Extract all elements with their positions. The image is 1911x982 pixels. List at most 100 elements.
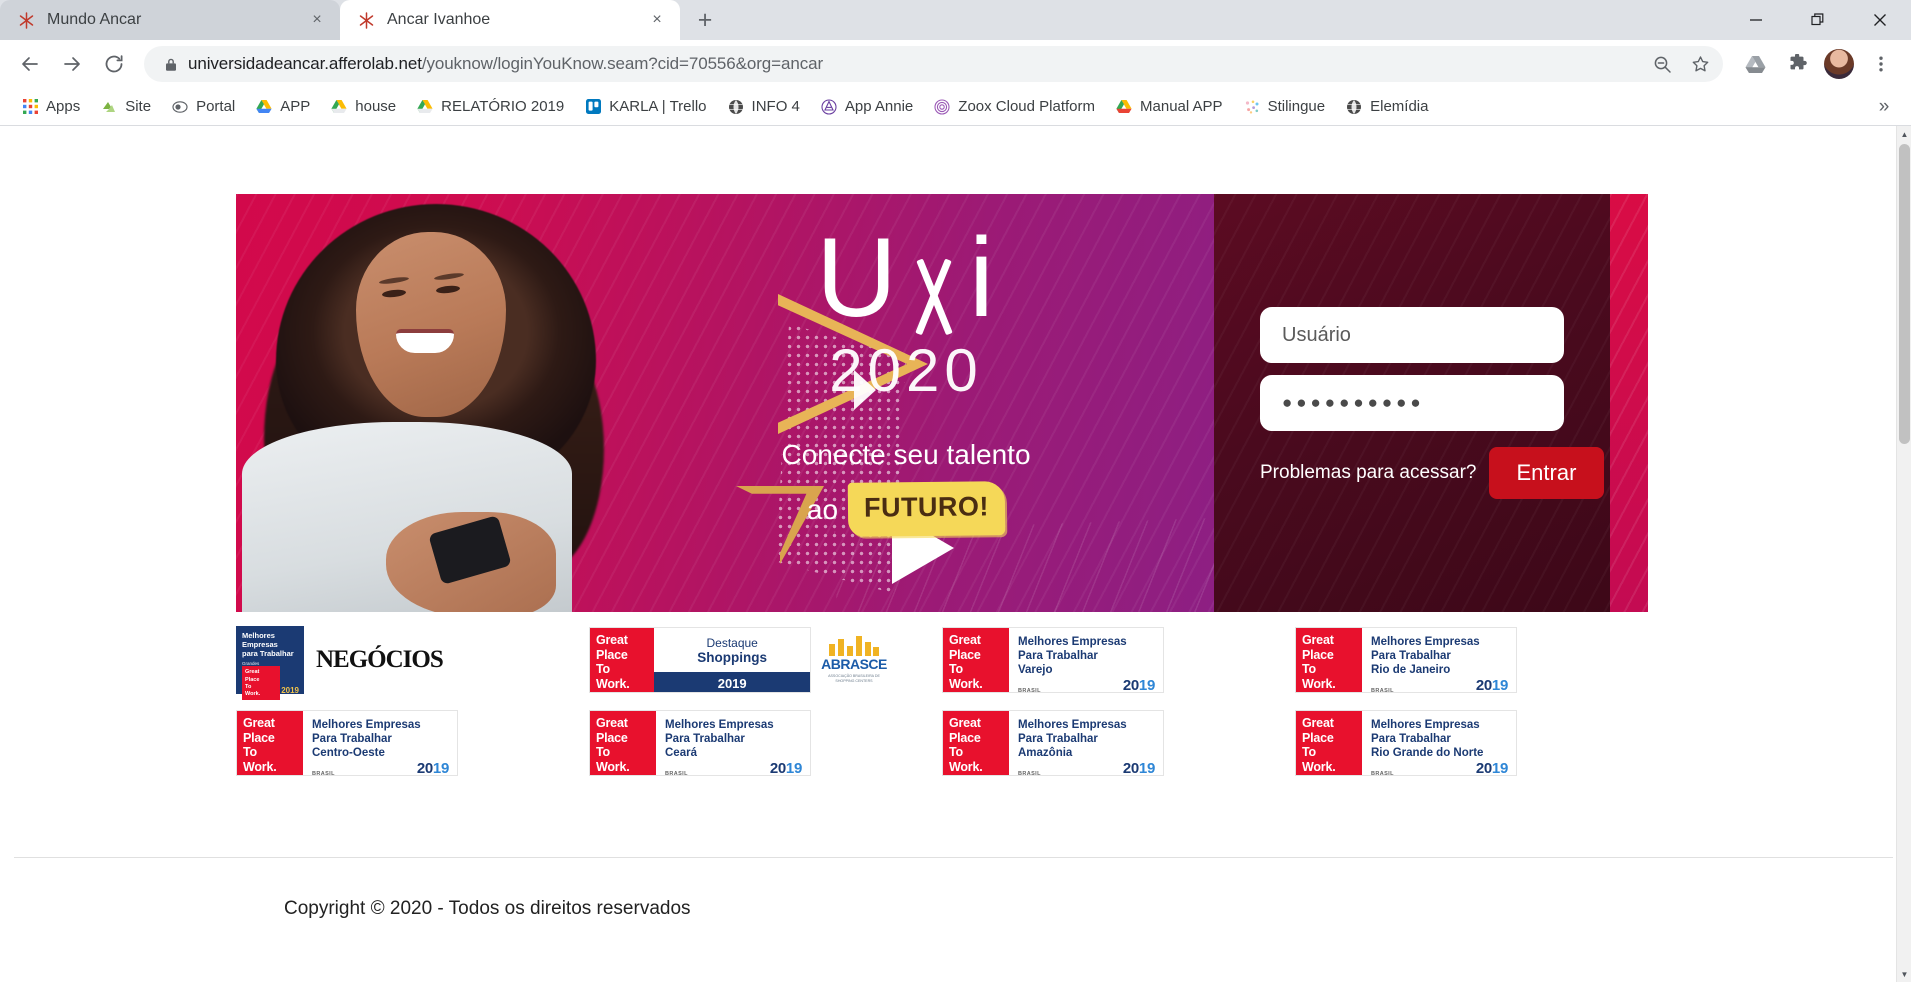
google-drive-icon[interactable] [1735,44,1775,84]
tab-strip: Mundo Ancar × Ancar Ivanhoe × + [0,0,1911,40]
gptw-line-1: Melhores Empresas [1018,719,1127,731]
gptw-country: BRASIL [1371,688,1394,693]
google-drive-icon [330,98,348,116]
gptw-line-1: Melhores Empresas [1371,636,1480,648]
address-bar[interactable]: universidadeancar.afferolab.net/youknow/… [144,46,1723,82]
chrome-menu-icon[interactable] [1861,44,1901,84]
bookmarks-bar: Apps Site Portal APP house RELATÓRIO 201… [0,88,1911,126]
bookmark-relatorio-2019[interactable]: RELATÓRIO 2019 [407,93,573,121]
gptw-text: Melhores Empresas Para Trabalhar Rio de … [1371,635,1508,677]
gptw-badge-varejo: Great Place To Work. Melhores Empresas P… [942,627,1164,693]
bookmark-label: RELATÓRIO 2019 [441,98,565,115]
page-scrollbar[interactable]: ▲ ▼ [1896,126,1911,982]
extensions-puzzle-icon[interactable] [1777,44,1817,84]
globe-icon [727,98,745,116]
bookmark-label: Manual APP [1140,98,1223,115]
bookmarks-overflow-button[interactable]: » [1869,92,1899,122]
uai-logo: U i [626,222,1186,334]
gptw-year: 2019 [769,760,802,776]
bookmark-label: KARLA | Trello [609,98,707,115]
gptw-footer: BRASIL 2019 [665,760,802,776]
tagline-highlight: FUTURO! [847,481,1006,538]
gptw-year: 2019 [1122,677,1155,693]
username-input[interactable]: Usuário [1260,307,1564,363]
stilingue-icon [1243,98,1261,116]
gptw-line-2: Para Trabalhar [1018,733,1098,746]
submit-login-button[interactable]: Entrar [1488,447,1605,499]
browser-window: Mundo Ancar × Ancar Ivanhoe × + universi… [0,0,1911,982]
gptw-line-2: Para Trabalhar [1371,650,1451,663]
gptw-badge-ceara: Great Place To Work. Melhores Empresas P… [589,710,811,776]
gptw-badge-centro-oeste: Great Place To Work. Melhores Empresas P… [236,710,458,776]
bookmark-manual-app[interactable]: Manual APP [1106,93,1232,121]
forgot-password-link[interactable]: Problemas para acessar? [1260,462,1477,484]
new-tab-button[interactable]: + [688,3,722,37]
bookmark-portal[interactable]: Portal [162,93,244,121]
gptw-logo: Great Place To Work. [590,711,656,775]
scroll-down-icon[interactable]: ▼ [1897,966,1911,982]
bookmark-stilingue[interactable]: Stilingue [1234,93,1335,121]
bookmark-apps[interactable]: Apps [12,93,89,121]
forward-button[interactable] [52,44,92,84]
browser-tab-mundo-ancar[interactable]: Mundo Ancar × [0,0,340,40]
gptw-badge-rio-grande-do-norte: Great Place To Work. Melhores Empresas P… [1295,710,1517,776]
award-badges-grid: Melhores Empresas para Trabalhar Grandes… [236,626,1648,776]
banner-photo-woman [236,194,656,612]
uai-letter-u: U [816,215,899,340]
gptw-body: Melhores Empresas Para Trabalhar Ceará B… [656,711,810,775]
maximize-restore-button[interactable] [1787,0,1849,40]
tagline-prefix: ao [806,493,839,525]
close-icon[interactable]: × [306,9,328,31]
avatar [1824,49,1854,79]
scroll-up-icon[interactable]: ▲ [1897,126,1911,142]
zoom-out-icon[interactable] [1645,47,1679,81]
back-button[interactable] [10,44,50,84]
banner-year: 2020 [829,337,983,404]
gptw-text: Melhores Empresas Para Trabalhar Ceará [665,718,802,760]
bookmark-karla-trello[interactable]: KARLA | Trello [575,93,715,121]
destaque-line-1: Destaque [706,635,758,650]
close-icon[interactable]: × [646,9,668,31]
portal-icon [171,98,189,116]
gptw-region: Ceará [665,747,697,760]
bookmark-app[interactable]: APP [246,93,319,121]
tab-title: Mundo Ancar [47,11,142,28]
gptw-country: BRASIL [665,771,688,776]
bookmark-label: Site [125,98,152,115]
melhores-empresas-badge: Melhores Empresas para Trabalhar Grandes… [236,626,304,700]
gptw-logo: Great Place To Work. [943,711,1009,775]
google-drive-icon [1115,98,1133,116]
reload-button[interactable] [94,44,134,84]
profile-avatar[interactable] [1819,44,1859,84]
scrollbar-thumb[interactable] [1899,144,1910,444]
password-input[interactable]: ●●●●●●●●●● [1260,375,1564,431]
banner-artwork: U i 2020 Conecte seu talento ao FUTURO! [236,194,1214,612]
gptw-footer: BRASIL 2019 [312,760,449,775]
destaque-shoppings-badge: Great Place To Work. Destaque Shoppings … [589,627,811,693]
bookmark-site[interactable]: Site [91,93,160,121]
zoox-icon [933,98,951,116]
negocios-logo: NEGÓCIOS [316,646,444,673]
award-badge: Great Place To Work. Melhores Empresas P… [942,626,1295,694]
uai-letter-i: i [969,215,996,340]
minimize-button[interactable] [1725,0,1787,40]
gptw-year: 2019 [1475,677,1508,693]
close-window-button[interactable] [1849,0,1911,40]
bookmark-app-annie[interactable]: App Annie [811,93,922,121]
bookmark-house[interactable]: house [321,93,405,121]
bookmark-label: Portal [196,98,236,115]
gptw-text: Melhores Empresas Para Trabalhar Varejo [1018,635,1155,677]
gptw-body: Melhores Empresas Para Trabalhar Rio de … [1362,628,1516,692]
star-icon[interactable] [1683,47,1717,81]
bookmark-info-4[interactable]: INFO 4 [718,93,809,121]
bookmark-elemidia[interactable]: Elemídia [1336,93,1437,121]
trello-icon [584,98,602,116]
tagline-line-1: Conecte seu talento [781,439,1031,470]
gptw-footer: BRASIL 2019 [1018,760,1155,775]
bookmark-zoox-cloud-platform[interactable]: Zoox Cloud Platform [924,93,1104,121]
browser-tab-ancar-ivanhoe[interactable]: Ancar Ivanhoe × [340,0,680,40]
gptw-country: BRASIL [1371,771,1394,776]
banner-tagline: Conecte seu talento ao FUTURO! [626,433,1186,538]
footer-divider [14,857,1893,858]
gptw-badge-rio-de-janeiro: Great Place To Work. Melhores Empresas P… [1295,627,1517,693]
